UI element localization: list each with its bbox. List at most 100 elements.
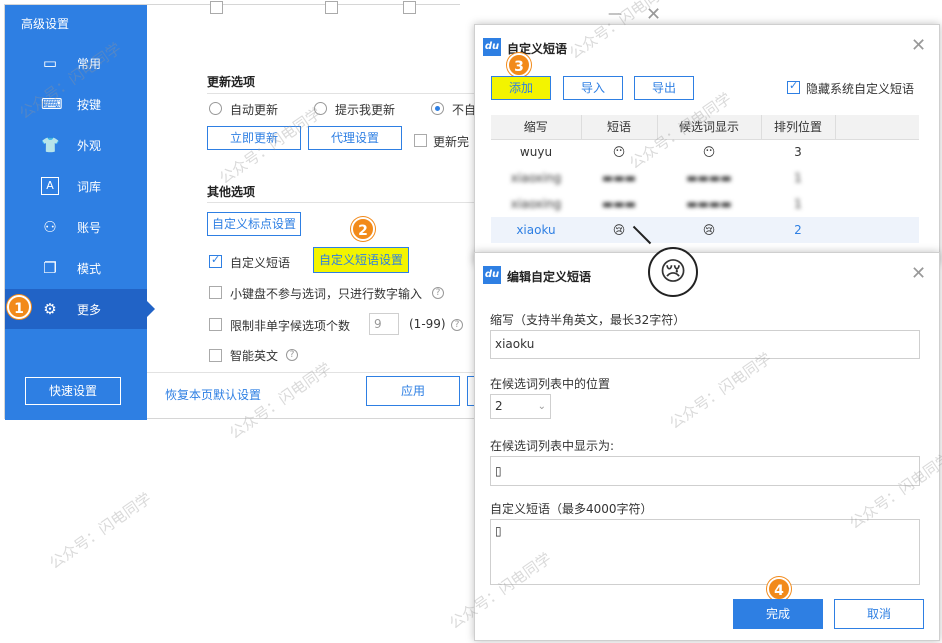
custom-phrase-dialog: du 自定义短语 ✕ 3 添加 导入 导出 隐藏系统自定义短语 缩写 短语 候选… bbox=[474, 24, 940, 264]
baidu-logo-icon: du bbox=[483, 38, 501, 56]
monitor-icon: ▭ bbox=[42, 54, 58, 72]
custom-punct-button[interactable]: 自定义标点设置 bbox=[207, 212, 301, 236]
proxy-settings-button[interactable]: 代理设置 bbox=[308, 126, 402, 150]
column-header[interactable]: 候选词显示 bbox=[657, 115, 762, 140]
cell-abbr: xiaoxing bbox=[510, 197, 562, 211]
add-button[interactable]: 添加 bbox=[491, 76, 551, 100]
mode-icon: ❐ bbox=[43, 259, 57, 277]
radio-auto-update[interactable] bbox=[209, 102, 222, 115]
step-badge-1: 1 bbox=[7, 295, 31, 319]
close-icon[interactable]: ✕ bbox=[911, 263, 926, 284]
export-button[interactable]: 导出 bbox=[634, 76, 694, 100]
smart-english-label: 智能英文 bbox=[230, 349, 279, 363]
step-badge-3: 3 bbox=[507, 53, 531, 77]
limit-input[interactable]: 9 bbox=[369, 313, 399, 335]
sidebar-item-label: 更多 bbox=[77, 303, 102, 317]
cell-position: 1 bbox=[794, 197, 802, 211]
limit-checkbox[interactable] bbox=[209, 318, 222, 331]
step-badge-2: 2 bbox=[351, 217, 375, 241]
sidebar-item-mode[interactable]: ❐ 模式 bbox=[5, 248, 147, 288]
shirt-icon: 👕 bbox=[41, 136, 60, 154]
display-label: 在候选词列表中显示为: bbox=[490, 439, 615, 453]
cell-phrase: ▬▬▬ bbox=[601, 171, 636, 185]
sidebar-item-dictionary[interactable]: A 词库 bbox=[5, 166, 147, 206]
close-icon[interactable]: ✕ bbox=[911, 35, 926, 56]
sidebar-title: 高级设置 bbox=[21, 17, 70, 31]
other-section-title: 其他选项 bbox=[207, 185, 256, 199]
table-row[interactable]: wuyu 😶 😶 3 bbox=[491, 139, 919, 165]
cell-display: 😢 bbox=[702, 223, 716, 237]
position-value: 2 bbox=[495, 399, 503, 413]
sidebar-item-appearance[interactable]: 👕 外观 bbox=[5, 125, 147, 165]
restore-defaults-link[interactable]: 恢复本页默认设置 bbox=[165, 386, 261, 403]
sidebar-item-label: 词库 bbox=[77, 180, 102, 194]
update-section-title: 更新选项 bbox=[207, 75, 256, 89]
radio-prompt-update[interactable] bbox=[314, 102, 327, 115]
phrase-table: 缩写 短语 候选词显示 排列位置 wuyu 😶 😶 3 xiaoxing ▬▬▬… bbox=[491, 115, 919, 243]
user-icon: ⚇ bbox=[43, 218, 57, 236]
sidebar-item-label: 按键 bbox=[77, 98, 102, 112]
update-now-button[interactable]: 立即更新 bbox=[207, 126, 301, 150]
cancel-button[interactable]: 取消 bbox=[834, 599, 924, 629]
table-row[interactable]: xiaoxing ▬▬▬ ▬▬▬▬ 1 bbox=[491, 165, 919, 191]
sidebar-item-common[interactable]: ▭ 常用 bbox=[5, 43, 147, 83]
column-header[interactable]: 缩写 bbox=[491, 115, 582, 140]
cell-position: 1 bbox=[794, 171, 802, 185]
smart-english-checkbox[interactable] bbox=[209, 349, 222, 362]
cell-phrase: ▬▬▬ bbox=[601, 197, 636, 211]
phrase-textarea[interactable]: ▯ bbox=[490, 519, 920, 585]
keyboard-icon: ⌨ bbox=[41, 95, 63, 113]
help-icon[interactable]: ? bbox=[286, 349, 298, 361]
checkbox-partial[interactable] bbox=[403, 1, 416, 14]
update-done-checkbox[interactable] bbox=[414, 134, 427, 147]
position-select[interactable]: 2 ⌄ bbox=[490, 394, 551, 419]
baidu-logo-icon: du bbox=[483, 266, 501, 284]
checkbox-partial[interactable] bbox=[210, 1, 223, 14]
quick-settings-button[interactable]: 快速设置 bbox=[25, 377, 121, 405]
dictionary-icon: A bbox=[41, 177, 59, 195]
cell-display: 😶 bbox=[702, 145, 716, 160]
close-icon[interactable]: ✕ bbox=[646, 4, 661, 25]
custom-phrase-checkbox[interactable] bbox=[209, 253, 222, 268]
limit-label: 限制非单字候选项个数 bbox=[230, 319, 351, 333]
edit-phrase-dialog: du 编辑自定义短语 ✕ 缩写（支持半角英文，最长32字符） xiaoku 在候… bbox=[474, 252, 940, 641]
auto-update-label: 自动更新 bbox=[230, 103, 279, 117]
cell-display: ▬▬▬▬ bbox=[686, 171, 732, 185]
cell-display: ▬▬▬▬ bbox=[686, 197, 732, 211]
help-icon[interactable]: ? bbox=[451, 319, 463, 331]
sidebar-item-keys[interactable]: ⌨ 按键 bbox=[5, 84, 147, 124]
custom-phrase-settings-button[interactable]: 自定义短语设置 bbox=[313, 247, 409, 273]
minimize-icon[interactable]: — bbox=[608, 6, 622, 22]
sidebar-item-account[interactable]: ⚇ 账号 bbox=[5, 207, 147, 247]
sidebar-item-label: 模式 bbox=[77, 262, 102, 276]
table-row[interactable]: xiaoku 😢 😢 2 bbox=[491, 217, 919, 243]
display-input[interactable]: ▯ bbox=[490, 456, 920, 486]
abbr-input[interactable]: xiaoku bbox=[490, 330, 920, 359]
position-label: 在候选词列表中的位置 bbox=[490, 377, 611, 391]
phrase-label: 自定义短语（最多4000字符） bbox=[490, 502, 653, 516]
apply-button[interactable]: 应用 bbox=[366, 376, 460, 406]
table-header: 缩写 短语 候选词显示 排列位置 bbox=[491, 115, 919, 140]
column-header-empty bbox=[835, 115, 919, 140]
column-header[interactable]: 排列位置 bbox=[761, 115, 836, 140]
keypad-label: 小键盘不参与选词，只进行数字输入 bbox=[230, 287, 423, 301]
done-button[interactable]: 完成 bbox=[733, 599, 823, 629]
custom-phrase-label: 自定义短语 bbox=[230, 256, 291, 270]
cell-abbr: wuyu bbox=[519, 145, 553, 160]
sidebar-item-label: 账号 bbox=[77, 221, 102, 235]
radio-no-update[interactable] bbox=[431, 102, 444, 115]
chevron-down-icon: ⌄ bbox=[537, 401, 546, 412]
hide-system-checkbox[interactable] bbox=[787, 79, 800, 94]
sidebar-item-label: 外观 bbox=[77, 139, 102, 153]
no-update-label: 不自 bbox=[452, 103, 477, 117]
import-button[interactable]: 导入 bbox=[563, 76, 623, 100]
cell-position: 2 bbox=[794, 223, 802, 237]
column-header[interactable]: 短语 bbox=[581, 115, 658, 140]
table-row[interactable]: xiaoxing ▬▬▬ ▬▬▬▬ 1 bbox=[491, 191, 919, 217]
update-done-label: 更新完 bbox=[433, 135, 470, 149]
cell-position: 3 bbox=[794, 145, 802, 160]
help-icon[interactable]: ? bbox=[432, 287, 444, 299]
keypad-checkbox[interactable] bbox=[209, 286, 222, 299]
hide-system-label: 隐藏系统自定义短语 bbox=[806, 82, 915, 96]
checkbox-partial[interactable] bbox=[325, 1, 338, 14]
